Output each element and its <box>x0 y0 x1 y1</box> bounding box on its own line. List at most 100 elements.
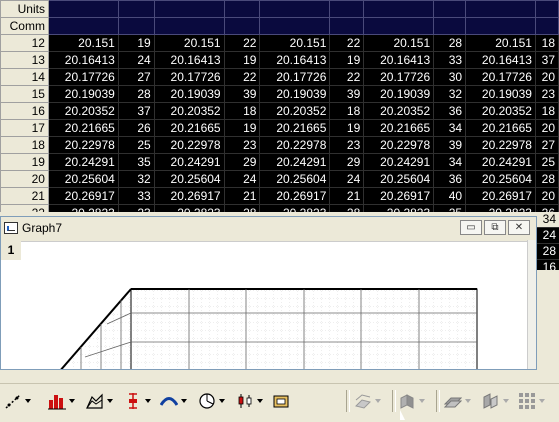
header-cell[interactable] <box>433 0 467 18</box>
header-cell[interactable] <box>363 0 435 18</box>
data-cell[interactable]: 37 <box>534 51 559 69</box>
data-cell[interactable]: 23 <box>117 204 155 212</box>
data-cell[interactable]: 25 <box>534 153 559 171</box>
data-cell[interactable]: 20.24291 <box>465 153 536 171</box>
data-cell[interactable]: 18 <box>223 102 261 120</box>
scatter-line-button[interactable] <box>4 391 31 411</box>
data-cell[interactable]: 20.16413 <box>465 51 536 69</box>
data-cell[interactable]: 20.20352 <box>363 102 435 120</box>
data-cell[interactable]: 20.2823 <box>153 204 225 212</box>
graph-window[interactable]: Graph7 ▭ ⧉ ✕ 1 <box>0 216 537 370</box>
data-cell[interactable]: 20.20352 <box>259 102 331 120</box>
3d-bar-button[interactable] <box>398 391 425 411</box>
data-cell[interactable]: 22 <box>223 68 261 86</box>
row-number[interactable]: 20 <box>0 170 49 188</box>
data-cell[interactable]: 34 <box>433 119 467 137</box>
data-cell[interactable]: 20.25604 <box>465 170 536 188</box>
data-cell[interactable]: 20.25604 <box>153 170 225 188</box>
data-cell[interactable]: 20.24291 <box>47 153 119 171</box>
data-cell[interactable]: 20.22978 <box>465 136 536 154</box>
data-cell[interactable]: 29 <box>329 153 365 171</box>
3d-ribbon-button[interactable] <box>482 391 509 411</box>
candlestick-button[interactable] <box>236 391 263 411</box>
restore-button[interactable]: ⧉ <box>484 220 506 235</box>
data-cell[interactable]: 22 <box>329 68 365 86</box>
data-cell[interactable]: 20.19039 <box>47 85 119 103</box>
data-cell[interactable]: 20.25604 <box>259 170 331 188</box>
data-cell[interactable]: 20.20352 <box>47 102 119 120</box>
data-cell[interactable]: 18 <box>534 34 559 52</box>
data-cell[interactable]: 20.24291 <box>259 153 331 171</box>
header-cell[interactable] <box>117 17 155 35</box>
data-cell[interactable]: 21 <box>223 187 261 205</box>
data-cell[interactable]: 19 <box>223 51 261 69</box>
data-cell[interactable]: 39 <box>433 136 467 154</box>
data-cell[interactable]: 18 <box>329 102 365 120</box>
data-cell[interactable]: 20.19039 <box>465 85 536 103</box>
header-cell[interactable] <box>534 17 559 35</box>
data-cell[interactable]: 23 <box>329 136 365 154</box>
close-button[interactable]: ✕ <box>508 220 530 235</box>
data-cell[interactable]: 29 <box>223 153 261 171</box>
data-cell[interactable]: 20.21665 <box>465 119 536 137</box>
data-cell[interactable]: 20.21665 <box>363 119 435 137</box>
header-cell[interactable] <box>433 17 467 35</box>
template-button[interactable] <box>272 391 290 411</box>
data-cell[interactable]: 20.26917 <box>363 187 435 205</box>
3d-surface-dropdown[interactable] <box>375 399 381 403</box>
row-number[interactable]: 21 <box>0 187 49 205</box>
data-cell[interactable]: 39 <box>329 85 365 103</box>
data-cell[interactable]: 20.19039 <box>153 85 225 103</box>
data-cell[interactable]: 20.26917 <box>47 187 119 205</box>
row-number[interactable]: 19 <box>0 153 49 171</box>
data-cell[interactable]: 20.17726 <box>259 68 331 86</box>
data-cell[interactable]: 20.2823 <box>363 204 435 212</box>
candlestick-dropdown[interactable] <box>257 399 263 403</box>
data-cell[interactable]: 20.21665 <box>153 119 225 137</box>
header-cell[interactable] <box>534 0 559 18</box>
data-cell[interactable]: 28 <box>433 34 467 52</box>
data-cell[interactable]: 20.26917 <box>259 187 331 205</box>
row-number[interactable]: 15 <box>0 85 49 103</box>
data-cell[interactable]: 20.24291 <box>363 153 435 171</box>
header-cell[interactable] <box>465 0 536 18</box>
data-cell[interactable]: 20.20352 <box>465 102 536 120</box>
data-cell[interactable]: 27 <box>117 68 155 86</box>
data-cell[interactable]: 20 <box>534 68 559 86</box>
data-cell[interactable]: 20.22978 <box>363 136 435 154</box>
3d-ribbon-dropdown[interactable] <box>503 399 509 403</box>
data-cell[interactable]: 28 <box>534 170 559 188</box>
data-cell[interactable]: 20.16413 <box>363 51 435 69</box>
data-cell[interactable]: 20.19039 <box>259 85 331 103</box>
data-cell[interactable]: 20.17726 <box>465 68 536 86</box>
data-cell[interactable]: 20.151 <box>153 34 225 52</box>
header-cell[interactable] <box>153 0 225 18</box>
data-cell[interactable]: 19 <box>329 51 365 69</box>
data-cell[interactable]: 20.21665 <box>47 119 119 137</box>
data-cell[interactable]: 20.151 <box>259 34 331 52</box>
header-cell[interactable] <box>259 17 331 35</box>
data-cell[interactable]: 19 <box>117 34 155 52</box>
data-cell[interactable]: 37 <box>117 102 155 120</box>
data-cell[interactable]: 27 <box>534 136 559 154</box>
row-number[interactable]: 13 <box>0 51 49 69</box>
data-cell[interactable]: 32 <box>117 170 155 188</box>
header-cell[interactable] <box>117 0 155 18</box>
data-cell[interactable]: 20.151 <box>363 34 435 52</box>
data-cell[interactable]: 20 <box>534 187 559 205</box>
data-cell[interactable]: 39 <box>223 85 261 103</box>
data-cell[interactable]: 20.25604 <box>47 170 119 188</box>
data-cell[interactable]: 20.20352 <box>153 102 225 120</box>
graph-window-icon[interactable] <box>4 222 18 234</box>
3d-wall-dropdown[interactable] <box>465 399 471 403</box>
data-cell[interactable]: 25 <box>117 136 155 154</box>
data-cell[interactable]: 40 <box>433 187 467 205</box>
data-cell[interactable]: 24 <box>117 51 155 69</box>
data-cell[interactable]: 24 <box>223 170 261 188</box>
header-cell[interactable] <box>329 17 365 35</box>
data-cell[interactable]: 20.17726 <box>47 68 119 86</box>
minimize-button[interactable]: ▭ <box>460 220 482 235</box>
bar-chart-dropdown[interactable] <box>69 399 75 403</box>
layer-1-tab[interactable]: 1 <box>1 240 21 260</box>
data-cell[interactable]: 28 <box>329 204 365 212</box>
